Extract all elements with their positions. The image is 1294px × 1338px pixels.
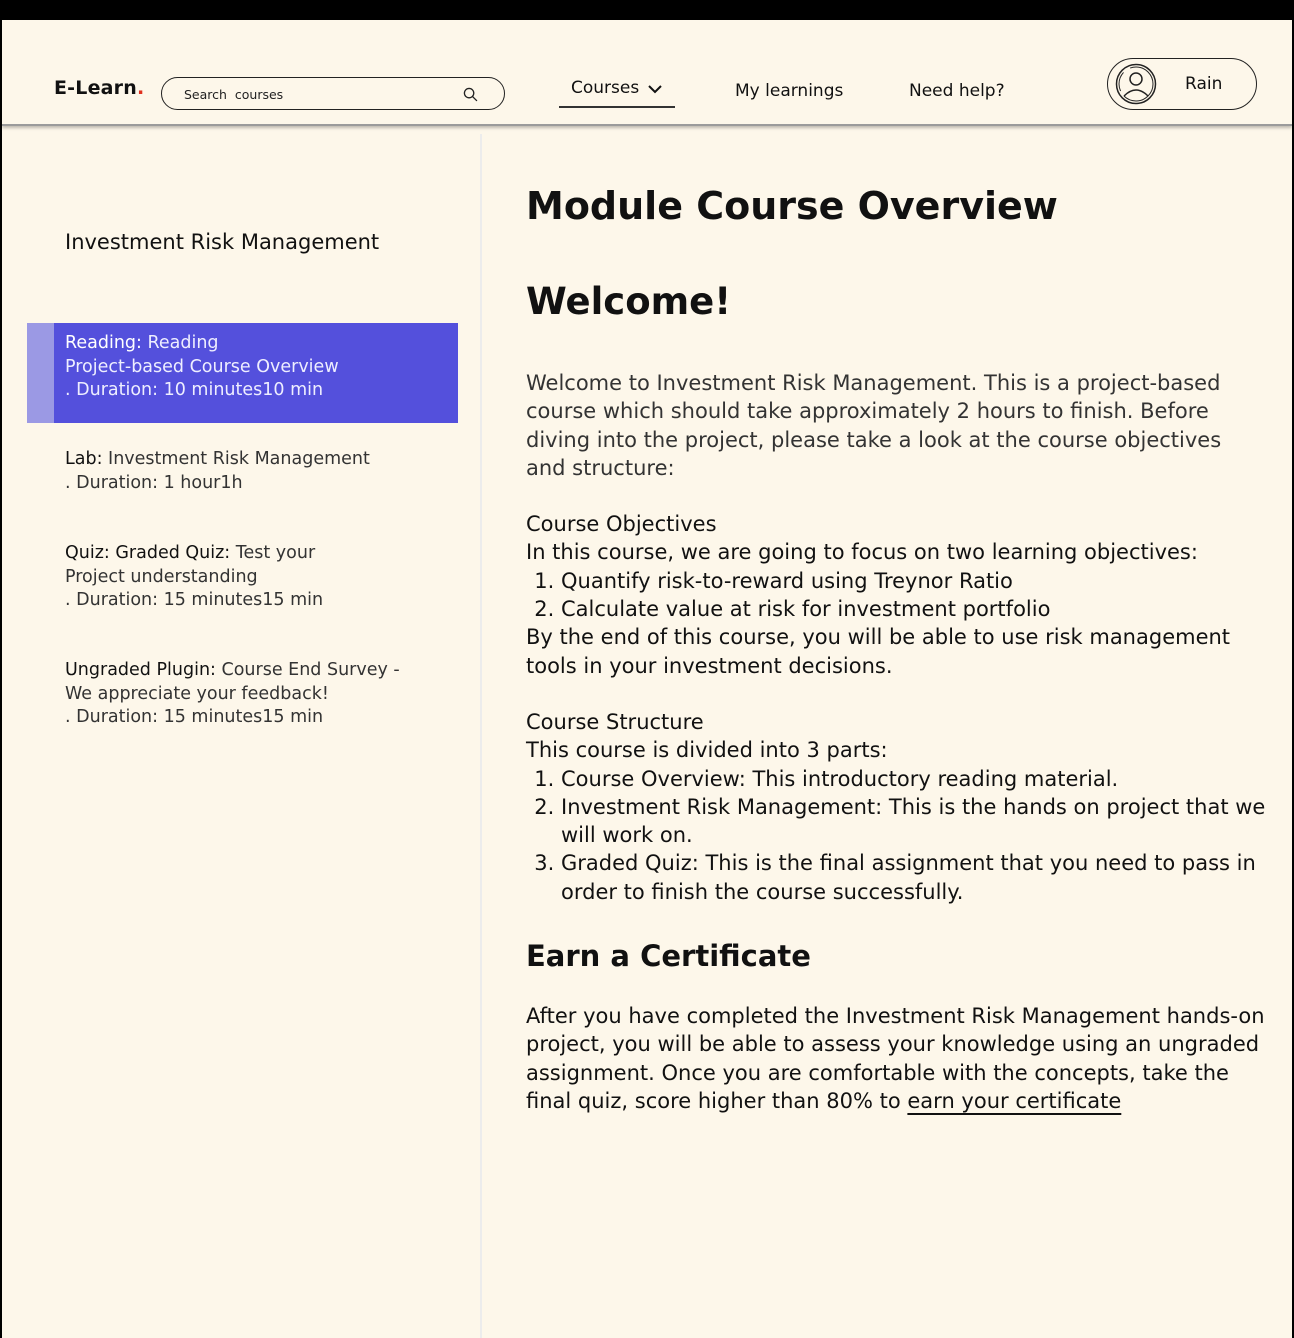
search-bar (161, 77, 505, 110)
certificate-body: After you have completed the Investment … (526, 1004, 1265, 1113)
earn-certificate-link[interactable]: earn your certificate (907, 1089, 1121, 1113)
user-name: Rain (1185, 74, 1223, 94)
certificate-heading: Earn a Certificate (526, 939, 811, 974)
objectives-heading: Course Objectives (526, 512, 717, 537)
chevron-down-icon (648, 85, 662, 94)
sidebar-item-content: Ungraded Plugin: Course End Survey - We … (27, 659, 458, 730)
logo[interactable]: E-Learn. (54, 77, 144, 99)
list-item: Course Overview: This introductory readi… (561, 765, 1266, 793)
structure-list: Course Overview: This introductory readi… (561, 765, 1266, 906)
top-navigation-bar: E-Learn. Courses My learnings Need help? (2, 20, 1292, 126)
sidebar-item-type: Reading: (65, 333, 142, 353)
sidebar-item-survey[interactable]: Ungraded Plugin: Course End Survey - We … (27, 659, 458, 730)
structure-lead: This course is divided into 3 parts: (526, 738, 888, 763)
nav-my-learnings[interactable]: My learnings (735, 81, 843, 101)
objectives-lead: In this course, we are going to focus on… (526, 540, 1198, 565)
course-overview-body: Welcome to Investment Risk Management. T… (526, 369, 1266, 1115)
page-title: Module Course Overview (526, 184, 1058, 228)
sidebar-item-content: Reading: Reading Project-based Course Ov… (27, 332, 458, 403)
sidebar-course-title: Investment Risk Management (65, 230, 380, 254)
sidebar-item-lab[interactable]: Lab: Investment Risk Management . Durati… (27, 448, 458, 495)
certificate-paragraph: After you have completed the Investment … (526, 1002, 1266, 1115)
nav-need-help[interactable]: Need help? (909, 81, 1005, 101)
intro-paragraph: Welcome to Investment Risk Management. T… (526, 371, 1222, 480)
sidebar-item-reading[interactable]: Reading: Reading Project-based Course Ov… (27, 323, 458, 423)
nav-courses-label: Courses (571, 78, 640, 98)
objectives-list: Quantify risk-to-reward using Treynor Ra… (561, 567, 1266, 624)
objectives-closing: By the end of this course, you will be a… (526, 625, 1231, 678)
user-profile-button[interactable]: Rain (1107, 58, 1257, 110)
sidebar-item-type: Lab: (65, 449, 103, 469)
list-item: Graded Quiz: This is the final assignmen… (561, 849, 1266, 906)
list-item: Quantify risk-to-reward using Treynor Ra… (561, 567, 1266, 595)
logo-dot: . (136, 77, 145, 99)
sidebar-item-description: Investment Risk Management . Duration: 1… (65, 449, 370, 493)
search-icon[interactable] (463, 87, 478, 102)
column-divider (480, 134, 482, 1338)
sidebar-item-quiz[interactable]: Quiz: Graded Quiz: Test your Project und… (27, 542, 458, 613)
welcome-heading: Welcome! (526, 280, 732, 323)
list-item: Investment Risk Management: This is the … (561, 793, 1266, 850)
search-input[interactable] (184, 84, 454, 104)
sidebar-item-content: Lab: Investment Risk Management . Durati… (27, 448, 458, 495)
active-indicator (27, 323, 54, 423)
app-frame: E-Learn. Courses My learnings Need help? (2, 20, 1292, 1338)
logo-text: E-Learn (54, 77, 137, 99)
structure-heading: Course Structure (526, 709, 704, 734)
sidebar-item-type: Quiz: Graded Quiz: (65, 543, 231, 563)
nav-courses-dropdown[interactable]: Courses (559, 78, 675, 108)
sidebar-item-type: Ungraded Plugin: (65, 660, 216, 680)
list-item: Calculate value at risk for investment p… (561, 595, 1266, 623)
user-avatar-icon (1115, 63, 1157, 105)
sidebar-item-content: Quiz: Graded Quiz: Test your Project und… (27, 542, 458, 613)
